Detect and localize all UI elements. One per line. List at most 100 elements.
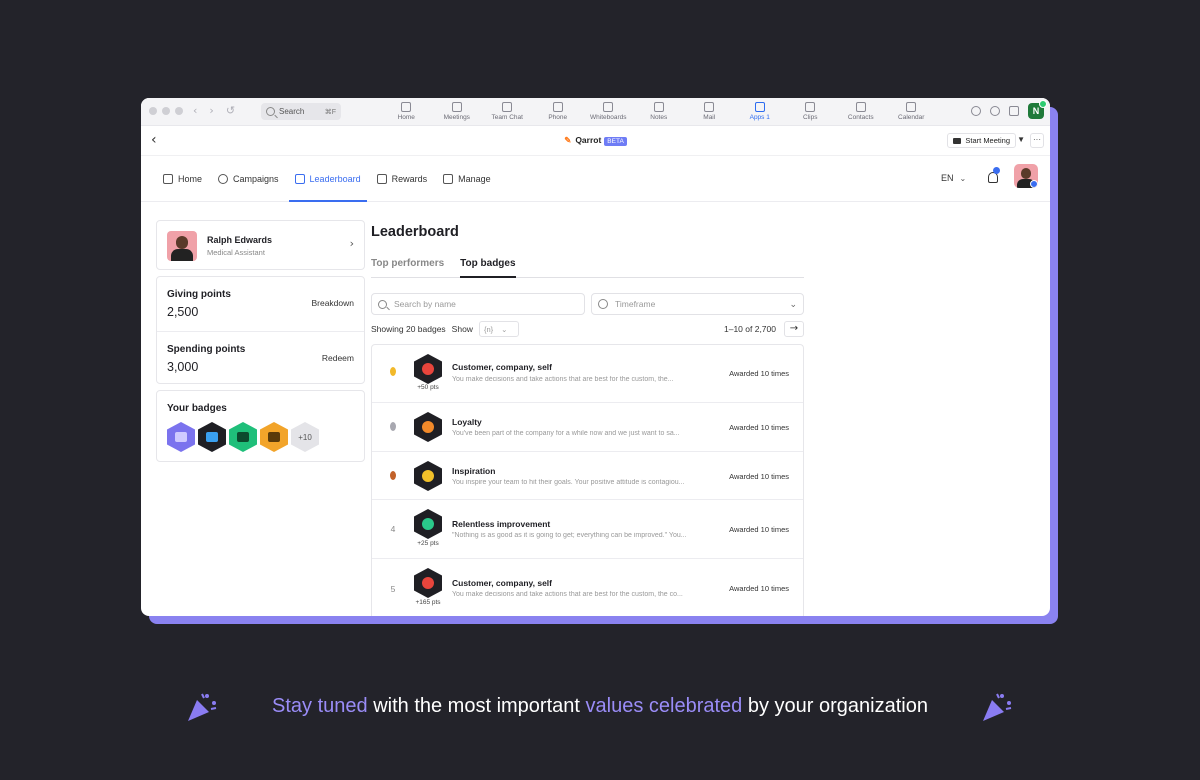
zoom-top-bar: ‹ › ↺ Search ⌘F Home Meetings Team Chat … — [141, 98, 1050, 126]
tab-top-performers[interactable]: Top performers — [371, 256, 444, 278]
tab-leaderboard[interactable]: Leaderboard — [288, 156, 367, 202]
chat-icon — [502, 102, 513, 112]
app-window: ‹ › ↺ Search ⌘F Home Meetings Team Chat … — [141, 98, 1050, 616]
global-search[interactable]: Search ⌘F — [261, 103, 341, 120]
nav-tabs: Home Campaigns Leaderboard Rewards Manag… — [157, 156, 501, 202]
window-controls[interactable] — [149, 107, 183, 115]
points-card: Giving points 2,500 Breakdown Spending p… — [156, 276, 365, 384]
spending-points-value: 3,000 — [167, 360, 199, 374]
profile-card[interactable]: Ralph Edwards Medical Assistant › — [156, 220, 365, 270]
profile-photo — [167, 231, 197, 261]
show-label: Show — [451, 324, 473, 334]
awarded-count: Awarded 10 times — [729, 584, 789, 593]
notification-dot — [993, 167, 1000, 174]
shapes-badge-icon — [414, 568, 442, 598]
tab-label: Manage — [458, 174, 491, 184]
badge-description: "Nothing is as good as it is going to ge… — [452, 532, 687, 539]
redeem-link[interactable]: Redeem — [322, 353, 354, 363]
giving-points-row: Giving points 2,500 Breakdown — [157, 277, 364, 331]
app-calendar[interactable]: Calendar — [886, 100, 937, 121]
lungs-badge-icon[interactable] — [167, 422, 195, 452]
tab-top-badges[interactable]: Top badges — [460, 256, 516, 278]
whiteboard-icon — [603, 102, 614, 112]
megaphone-badge-icon — [414, 461, 442, 491]
top-right-controls: N — [971, 100, 1047, 119]
list-item[interactable]: Inspiration You inspire your team to hit… — [372, 452, 803, 500]
help-icon[interactable] — [971, 106, 981, 116]
beta-badge: BETA — [604, 137, 627, 146]
app-label: Mail — [703, 114, 716, 121]
forward-arrow-icon[interactable]: › — [209, 104, 213, 117]
home-icon — [401, 102, 412, 112]
chevron-down-icon: ⌄ — [501, 324, 508, 334]
app-clips[interactable]: Clips — [785, 100, 836, 121]
tab-campaigns[interactable]: Campaigns — [212, 156, 285, 202]
app-label: Notes — [650, 114, 668, 121]
search-shortcut: ⌘F — [324, 108, 336, 116]
gold-medal-icon — [386, 367, 400, 378]
chevron-down-icon: ⌄ — [959, 174, 967, 183]
contacts-icon — [855, 102, 866, 112]
badge-title: Inspiration — [452, 466, 496, 476]
next-page-button[interactable]: → — [784, 321, 804, 337]
list-item[interactable]: 4 +25 pts Relentless improvement "Nothin… — [372, 500, 803, 559]
start-meeting-button[interactable]: Start Meeting — [947, 133, 1016, 148]
history-icon[interactable]: ↺ — [226, 104, 235, 117]
filter-icon[interactable]: ▼ — [1017, 135, 1025, 144]
panel-toggle-icon[interactable] — [1009, 106, 1019, 116]
mountain-badge-icon[interactable] — [260, 422, 288, 452]
page-title: Leaderboard — [371, 224, 459, 240]
profile-role: Medical Assistant — [207, 248, 265, 257]
spray-badge-icon[interactable] — [229, 422, 257, 452]
tab-rewards[interactable]: Rewards — [371, 156, 434, 202]
video-icon — [451, 102, 462, 112]
list-item[interactable]: 5 +165 pts Customer, company, self You m… — [372, 559, 803, 616]
app-label: Home — [397, 114, 415, 121]
more-badges-count[interactable]: +10 — [291, 422, 319, 452]
app-whiteboards[interactable]: Whiteboards — [583, 100, 634, 121]
notification-icon[interactable] — [990, 106, 1000, 116]
tagline-text-1: with the most important — [367, 695, 586, 717]
timeframe-select[interactable]: Timeframe ⌄ — [591, 293, 804, 315]
notes-icon — [653, 102, 664, 112]
profile-avatar[interactable] — [1014, 164, 1038, 188]
back-arrow-icon[interactable]: ‹ — [193, 104, 197, 117]
app-team-chat[interactable]: Team Chat — [482, 100, 533, 121]
app-label: Apps 1 — [750, 114, 770, 121]
giving-points-value: 2,500 — [167, 305, 199, 319]
app-contacts[interactable]: Contacts — [836, 100, 887, 121]
app-nav: Home Meetings Team Chat Phone Whiteboard… — [381, 100, 937, 121]
apps-count-badge: 1 — [766, 114, 770, 121]
tab-manage[interactable]: Manage — [437, 156, 497, 202]
search-input[interactable]: Search by name — [371, 293, 585, 315]
home-icon — [163, 174, 173, 184]
pagination-row: Showing 20 badges Show {n} ⌄ 1–10 of 2,70… — [371, 320, 804, 338]
app-mail[interactable]: Mail — [684, 100, 735, 121]
your-badges-label: Your badges — [167, 403, 227, 414]
page-range: 1–10 of 2,700 — [724, 324, 776, 334]
more-options-button[interactable]: ··· — [1030, 133, 1044, 148]
timeframe-placeholder: Timeframe — [615, 299, 656, 309]
badge-points: +165 pts — [415, 599, 441, 606]
tab-label: Campaigns — [233, 174, 279, 184]
chevron-right-icon[interactable]: › — [350, 237, 354, 250]
list-item[interactable]: +50 pts Customer, company, self You make… — [372, 345, 803, 403]
target-icon — [218, 174, 229, 184]
app-notes[interactable]: Notes — [634, 100, 685, 121]
app-meetings[interactable]: Meetings — [432, 100, 483, 121]
search-icon — [266, 107, 275, 116]
badge-title: Loyalty — [452, 417, 482, 427]
tab-home[interactable]: Home — [157, 156, 208, 202]
shirt-badge-icon[interactable] — [198, 422, 226, 452]
app-home[interactable]: Home — [381, 100, 432, 121]
list-item[interactable]: Loyalty You've been part of the company … — [372, 403, 803, 452]
user-avatar[interactable]: N — [1028, 100, 1047, 119]
tab-label: Rewards — [391, 174, 428, 184]
breakdown-link[interactable]: Breakdown — [311, 298, 354, 308]
tagline-text-2: by your organization — [742, 695, 928, 717]
flask-badge-icon — [414, 509, 442, 539]
app-apps[interactable]: Apps 1 — [735, 100, 786, 121]
app-phone[interactable]: Phone — [533, 100, 584, 121]
page-size-select[interactable]: {n} ⌄ — [478, 321, 519, 337]
language-selector[interactable]: EN ⌄ — [941, 173, 966, 183]
